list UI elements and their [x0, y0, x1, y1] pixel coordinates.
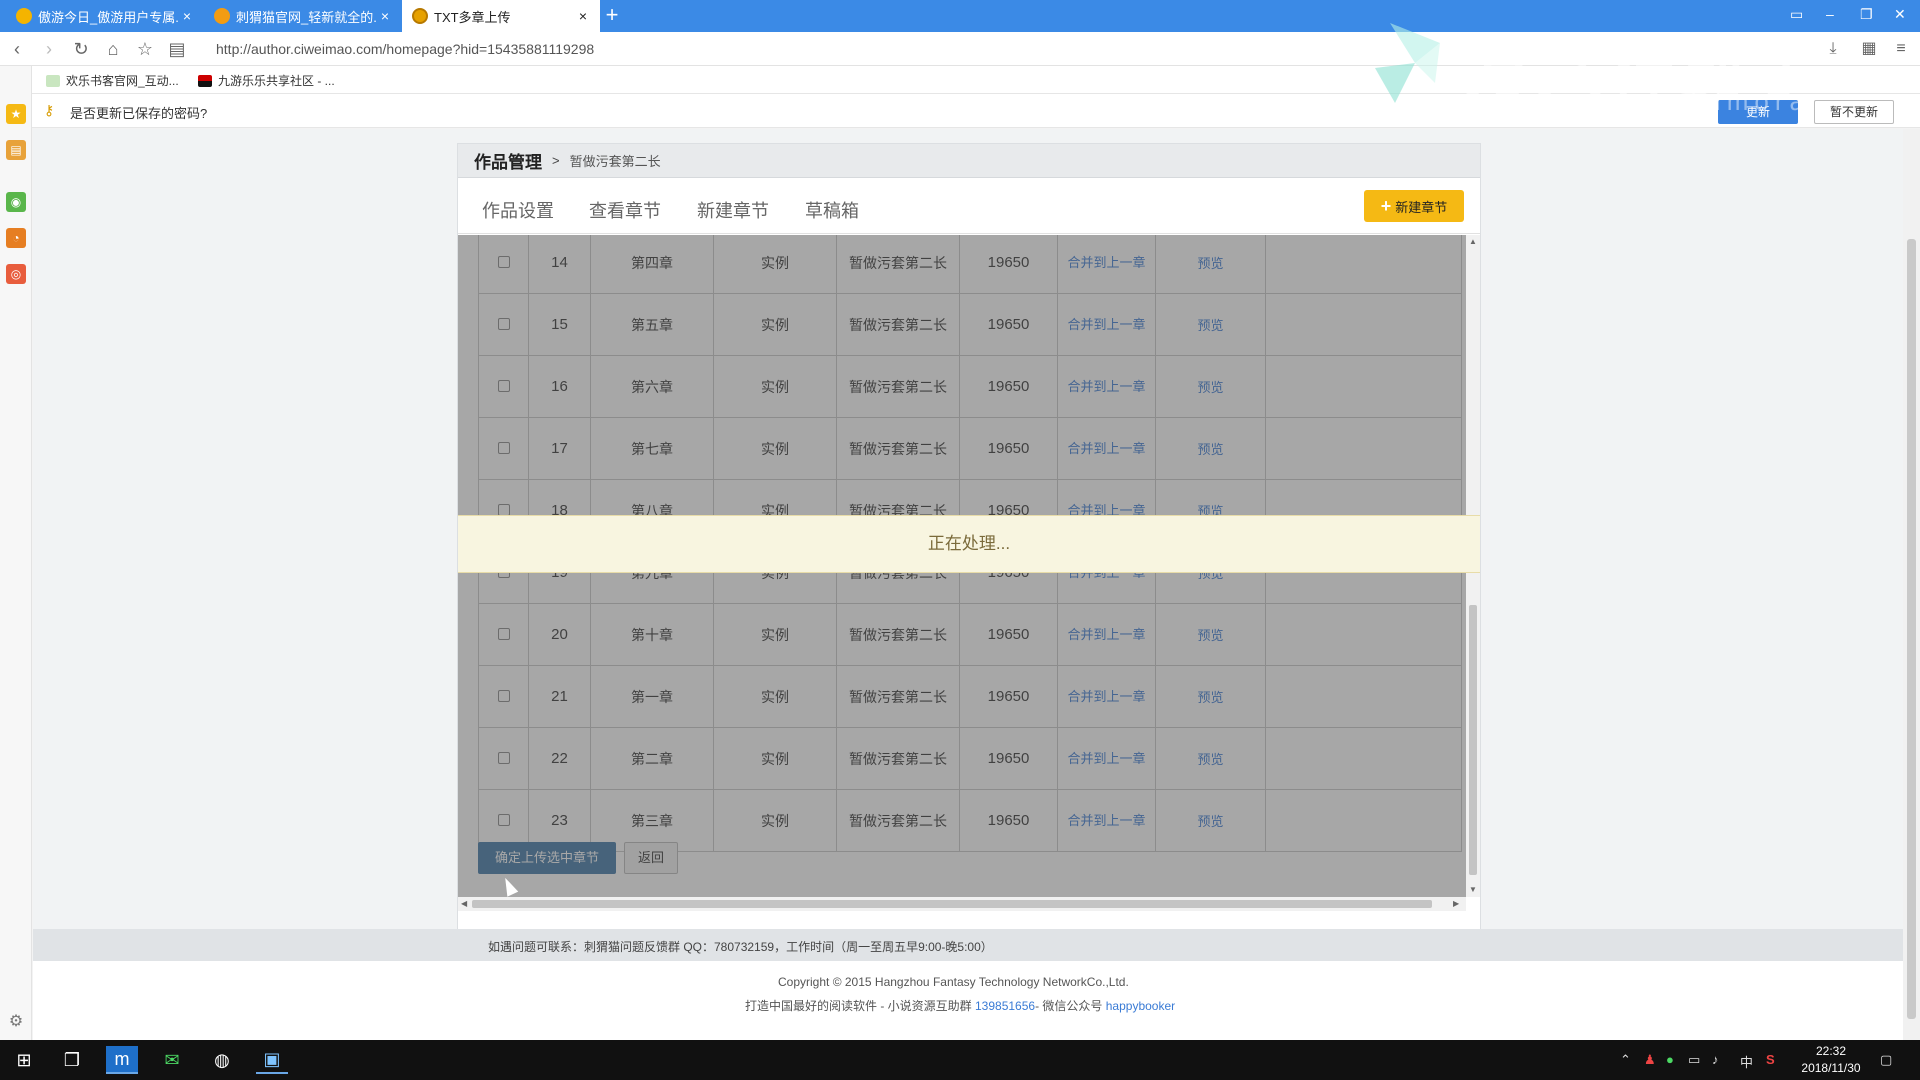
browser-tab-3[interactable]: TXT多章上传 ×: [402, 0, 600, 32]
tab-view-chapters[interactable]: 查看章节: [589, 197, 661, 223]
works-management-card: 作品管理 > 暂做污套第二长 作品设置 查看章节 新建章节 草稿箱 + 新建章节…: [457, 143, 1481, 930]
volume-icon[interactable]: ♪: [1712, 1052, 1719, 1067]
scrollbar-thumb[interactable]: [1907, 239, 1916, 1019]
watermark-sub: filmora: [1690, 86, 1811, 116]
bookmark-favicon-icon: [46, 74, 60, 87]
qq-icon[interactable]: ♟: [1644, 1052, 1656, 1068]
task-view-icon[interactable]: ❐: [56, 1046, 88, 1074]
close-icon[interactable]: ×: [378, 8, 392, 24]
footer: Copyright © 2015 Hangzhou Fantasy Techno…: [33, 961, 1903, 1040]
watermark: 万兴神剪手 filmora: [1370, 8, 1890, 116]
processing-message: 正在处理...: [458, 515, 1480, 573]
reader-icon[interactable]: ▤: [166, 38, 188, 60]
notes-icon[interactable]: ▤: [6, 140, 26, 160]
new-chapter-label: 新建章节: [1395, 199, 1448, 215]
new-tab-button[interactable]: +: [600, 4, 624, 28]
contact-bar: 如遇问题可联系：刺猬猫问题反馈群 QQ：780732159，工作时间（周一至周五…: [33, 929, 1903, 961]
tray-expand-icon[interactable]: ⌃: [1620, 1052, 1631, 1068]
footer-info: 打造中国最好的阅读软件 - 小说资源互助群 139851656- 微信公众号 h…: [745, 997, 1175, 1014]
hedgehog-icon: [214, 8, 230, 24]
work-tabs: 作品设置 查看章节 新建章节 草稿箱 + 新建章节: [458, 178, 1480, 234]
back-icon[interactable]: ‹: [6, 38, 28, 60]
window-close-icon[interactable]: ✕: [1894, 6, 1906, 23]
flag-icon: [198, 74, 212, 87]
clock-time: 22:32: [1815, 1044, 1847, 1058]
tab-drafts[interactable]: 草稿箱: [805, 197, 859, 223]
menu-icon[interactable]: ≡: [1892, 40, 1910, 58]
tab-title: 傲游今日_傲游用户专属...: [38, 9, 180, 25]
footer-prefix: 打造中国最好的阅读软件 - 小说资源互助群: [745, 999, 975, 1013]
bookmark-item-1[interactable]: 欢乐书客官网_互动...: [46, 72, 179, 89]
page-content: 作品管理 > 暂做污套第二长 作品设置 查看章节 新建章节 草稿箱 + 新建章节…: [33, 129, 1903, 1040]
notification-icon[interactable]: ▢: [1880, 1052, 1892, 1068]
footer-mid: - 微信公众号: [1035, 999, 1106, 1013]
scroll-down-icon[interactable]: ▼: [1469, 885, 1477, 894]
password-prompt-text: 是否更新已保存的密码?: [70, 106, 208, 121]
hedgehog-icon: [412, 8, 428, 24]
network-icon[interactable]: ▭: [1688, 1052, 1700, 1068]
maxthon-browser-icon[interactable]: m: [106, 1046, 138, 1074]
breadcrumb-title[interactable]: 作品管理: [474, 148, 542, 173]
breadcrumb-book: 暂做污套第二长: [569, 154, 661, 169]
scrollbar-thumb[interactable]: [472, 900, 1432, 908]
filmora-logo-icon: [1375, 23, 1440, 103]
rss-icon[interactable]: ◔: [6, 228, 26, 248]
new-chapter-button[interactable]: + 新建章节: [1364, 190, 1464, 222]
home-icon[interactable]: ⌂: [102, 38, 124, 60]
plus-icon: +: [1380, 195, 1392, 216]
favorites-star-icon[interactable]: ★: [6, 104, 26, 124]
weibo-icon[interactable]: ◎: [6, 264, 26, 284]
star-icon[interactable]: ☆: [134, 38, 156, 60]
tab-new-chapter[interactable]: 新建章节: [697, 197, 769, 223]
windows-start-icon[interactable]: ⊞: [8, 1046, 40, 1074]
sun-icon: [16, 8, 32, 24]
scrollbar-thumb[interactable]: [1469, 605, 1477, 875]
wechat-tray-icon[interactable]: ●: [1666, 1052, 1674, 1067]
browser-tab-1[interactable]: 傲游今日_傲游用户专属... ×: [6, 0, 204, 32]
scroll-left-icon[interactable]: ◀: [461, 899, 467, 908]
table-horizontal-scrollbar[interactable]: ◀ ▶: [458, 897, 1466, 911]
browser-tab-2[interactable]: 刺猬猫官网_轻新就全的... ×: [204, 0, 402, 32]
forward-icon[interactable]: ›: [38, 38, 60, 60]
qq-group-link[interactable]: 139851656: [975, 999, 1035, 1013]
scroll-right-icon[interactable]: ▶: [1453, 899, 1459, 908]
globe-icon[interactable]: ◍: [206, 1046, 238, 1074]
close-icon[interactable]: ×: [576, 8, 590, 24]
clock-date: 2018/11/30: [1801, 1061, 1861, 1075]
clock[interactable]: 22:32 2018/11/30: [1796, 1043, 1866, 1077]
tab-title: TXT多章上传: [434, 9, 511, 25]
contact-text: 如遇问题可联系：刺猬猫问题反馈群 QQ：780732159，工作时间（周一至周五…: [488, 940, 993, 954]
bookmark-label: 欢乐书客官网_互动...: [66, 74, 179, 88]
breadcrumb-separator: >: [552, 153, 560, 168]
wechat-icon[interactable]: ✉: [156, 1046, 188, 1074]
bookmark-label: 九游乐乐共享社区 - ...: [218, 74, 335, 88]
sogou-icon[interactable]: S: [1766, 1052, 1775, 1067]
url-input[interactable]: http://author.ciweimao.com/homepage?hid=…: [216, 41, 594, 57]
bookmark-item-2[interactable]: 九游乐乐共享社区 - ...: [198, 72, 335, 89]
ime-indicator[interactable]: 中: [1740, 1052, 1753, 1071]
settings-gear-icon[interactable]: ⚙: [6, 1012, 26, 1032]
app-icon[interactable]: ▣: [256, 1046, 288, 1074]
page-vertical-scrollbar[interactable]: [1903, 129, 1920, 1040]
reload-icon[interactable]: ↻: [70, 38, 92, 60]
copyright-text: Copyright © 2015 Hangzhou Fantasy Techno…: [778, 975, 1129, 989]
scroll-up-icon[interactable]: ▲: [1469, 237, 1477, 246]
wechat-link[interactable]: happybooker: [1106, 999, 1175, 1013]
browser-sidebar: ★ ▤ ◉ ◔ ◎ ⚙: [0, 66, 32, 1040]
key-icon: ⚷: [44, 102, 55, 118]
tab-work-settings[interactable]: 作品设置: [482, 197, 554, 223]
android-icon[interactable]: ◉: [6, 192, 26, 212]
breadcrumb: 作品管理 > 暂做污套第二长: [458, 144, 1480, 178]
tab-title: 刺猬猫官网_轻新就全的...: [236, 9, 378, 25]
close-icon[interactable]: ×: [180, 8, 194, 24]
windows-taskbar: ⊞ ❐ m ✉ ◍ ▣ ⌃ ♟ ● ▭ ♪ 中 S 22:32 2018/11/…: [0, 1040, 1920, 1080]
